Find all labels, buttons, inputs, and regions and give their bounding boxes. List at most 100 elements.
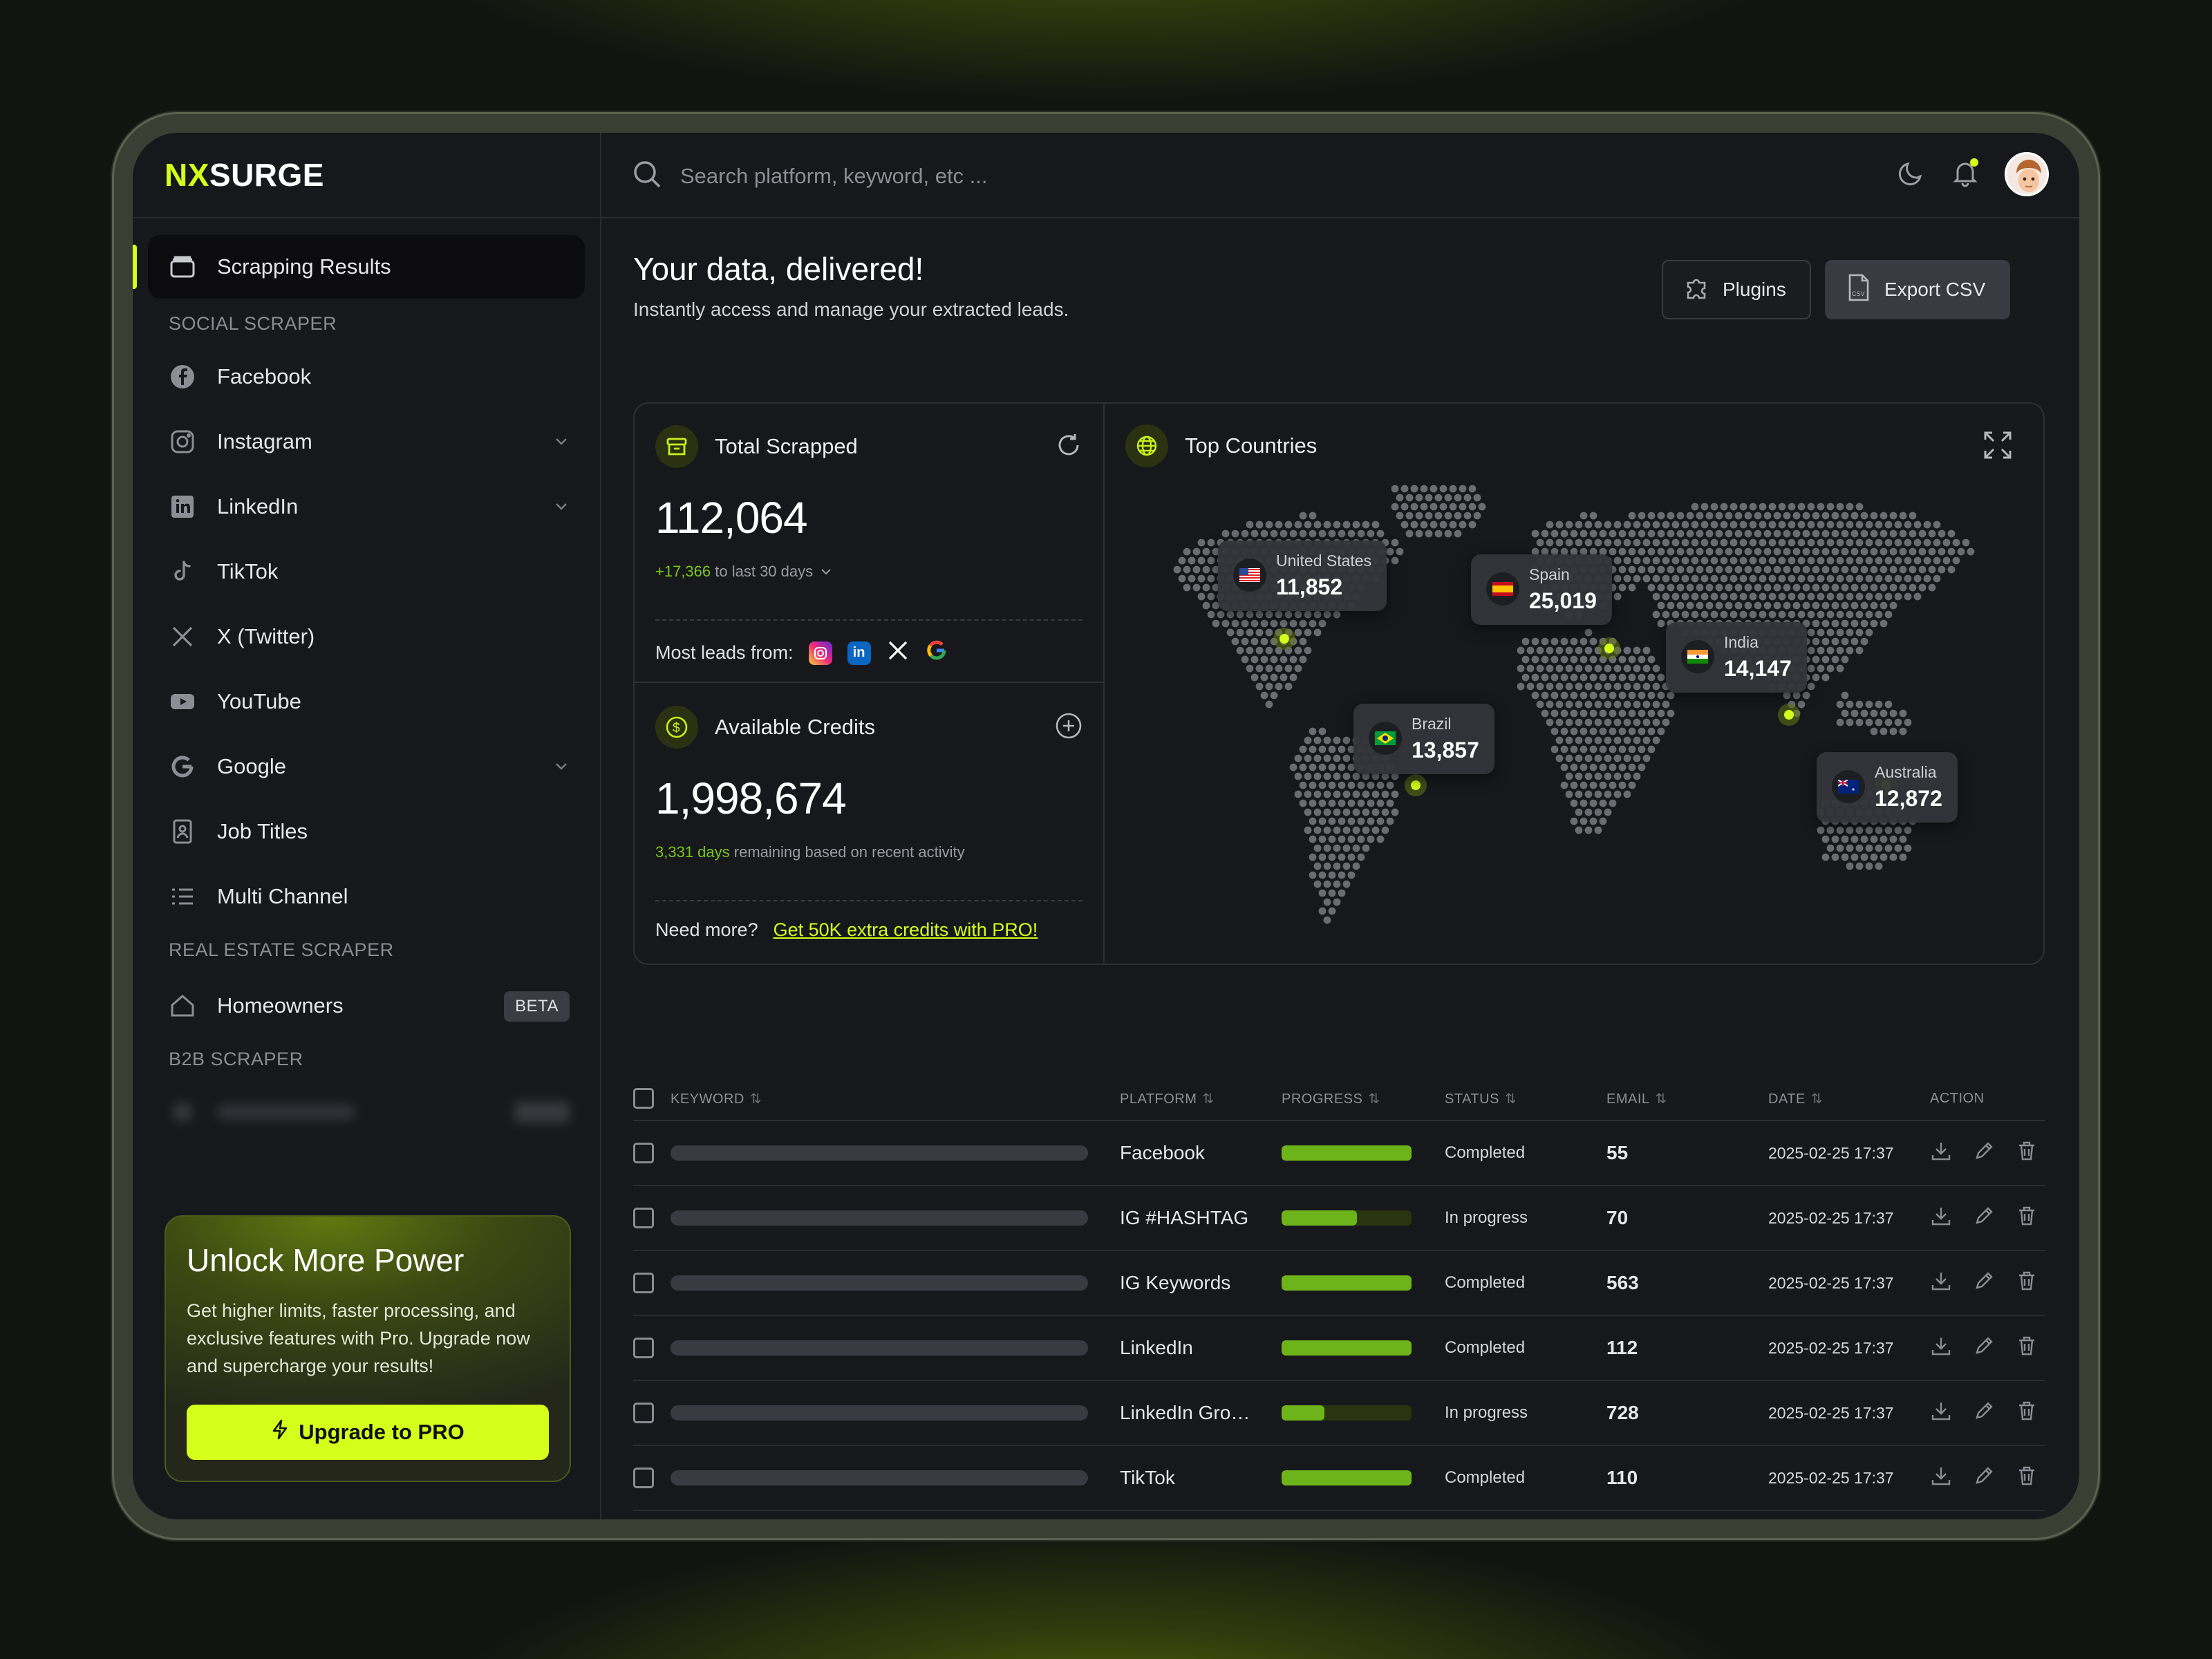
progress-fill	[1282, 1470, 1412, 1485]
keyword-placeholder-bar	[671, 1340, 1088, 1356]
header-keyword[interactable]: KEYWORD ⇅	[671, 1090, 1120, 1107]
download-icon[interactable]	[1930, 1400, 1952, 1427]
date-cell: 2025-02-25 17:37	[1768, 1208, 1894, 1227]
header-date[interactable]: DATE ⇅	[1768, 1090, 1930, 1107]
row-checkbox[interactable]	[633, 1143, 654, 1163]
bolt-icon	[271, 1419, 289, 1445]
coin-icon: $	[655, 706, 698, 749]
sort-icon: ⇅	[1368, 1091, 1380, 1107]
date-cell: 2025-02-25 17:37	[1768, 1403, 1894, 1422]
row-checkbox[interactable]	[633, 1403, 654, 1423]
brand-logo[interactable]: NXSURGE	[165, 156, 324, 194]
edit-icon[interactable]	[1973, 1140, 1995, 1167]
app-screen: NXSURGE Scrapping Results SOCIAL SCRAPER…	[133, 133, 2079, 1519]
sidebar-item-tiktok[interactable]: TikTok	[148, 539, 585, 604]
trash-icon[interactable]	[2016, 1465, 2038, 1492]
trash-icon[interactable]	[2016, 1140, 2038, 1167]
edit-icon[interactable]	[1973, 1205, 1995, 1232]
stats-panel: Total Scrapped 112,064 +17,366 to last 3…	[633, 402, 2045, 965]
search-icon	[632, 159, 662, 193]
sidebar-item-google[interactable]: Google	[148, 734, 585, 799]
results-table: KEYWORD ⇅ PLATFORM ⇅ PROGRESS ⇅ STATUS ⇅ EMA…	[633, 1077, 2045, 1519]
top-countries-card: Top Countries United States 11,852 Spain 25…	[1105, 404, 2043, 964]
edit-icon[interactable]	[1973, 1400, 1995, 1427]
table-row[interactable]: X (Twitter)Completed1782025-02-25 17:37	[633, 1511, 2045, 1519]
archive-icon	[169, 253, 196, 281]
download-icon[interactable]	[1930, 1465, 1952, 1492]
table-row[interactable]: TikTok Completed 110 2025-02-25 17:37	[633, 1446, 2045, 1511]
main-content: Your data, delivered! Instantly access a…	[601, 220, 2079, 1519]
table-row[interactable]: LinkedIn Completed 112 2025-02-25 17:37	[633, 1316, 2045, 1381]
download-icon[interactable]	[1930, 1270, 1952, 1297]
download-icon[interactable]	[1930, 1205, 1952, 1232]
table-row[interactable]: Facebook Completed 55 2025-02-25 17:37	[633, 1121, 2045, 1186]
svg-text:CSV: CSV	[1852, 290, 1865, 297]
upgrade-button[interactable]: Upgrade to PRO	[187, 1405, 549, 1460]
refresh-icon[interactable]	[1055, 431, 1082, 462]
download-icon[interactable]	[1930, 1335, 1952, 1362]
sidebar-item-multi-channel[interactable]: Multi Channel	[148, 864, 585, 929]
bell-icon[interactable]	[1951, 158, 1980, 191]
table-row[interactable]: IG #HASHTAG In progress 70 2025-02-25 17:37	[633, 1186, 2045, 1251]
edit-icon[interactable]	[1973, 1335, 1995, 1362]
search-input[interactable]	[680, 163, 1233, 189]
row-checkbox[interactable]	[633, 1208, 654, 1228]
instagram-icon	[169, 428, 196, 456]
sidebar-item-x-twitter[interactable]: X (Twitter)	[148, 604, 585, 669]
flag-icon	[1832, 770, 1865, 803]
sidebar-item-facebook[interactable]: Facebook	[148, 344, 585, 409]
country-tag-brazil[interactable]: Brazil 13,857	[1353, 704, 1494, 774]
get-credits-link[interactable]: Get 50K extra credits with PRO!	[774, 919, 1038, 941]
row-checkbox[interactable]	[633, 1273, 654, 1293]
header-platform[interactable]: PLATFORM ⇅	[1120, 1090, 1282, 1107]
progress-fill	[1282, 1340, 1412, 1356]
download-icon[interactable]	[1930, 1140, 1952, 1167]
email-count-cell: 728	[1606, 1402, 1639, 1423]
row-checkbox[interactable]	[633, 1338, 654, 1358]
status-cell: In progress	[1445, 1403, 1528, 1422]
trash-icon[interactable]	[2016, 1270, 2038, 1297]
trash-icon[interactable]	[2016, 1400, 2038, 1427]
device-frame: NXSURGE Scrapping Results SOCIAL SCRAPER…	[112, 112, 2100, 1540]
divider	[655, 619, 1082, 621]
total-delta[interactable]: +17,366 to last 30 days	[655, 563, 1082, 581]
expand-icon[interactable]	[1983, 430, 2013, 464]
plugins-button[interactable]: Plugins	[1662, 260, 1811, 319]
chevron-down-icon[interactable]	[553, 498, 570, 518]
moon-icon[interactable]	[1897, 158, 1926, 191]
table-header: KEYWORD ⇅ PLATFORM ⇅ PROGRESS ⇅ STATUS ⇅ EMA…	[633, 1077, 2045, 1121]
country-tag-australia[interactable]: Australia 12,872	[1817, 752, 1958, 823]
header-status[interactable]: STATUS ⇅	[1445, 1090, 1606, 1107]
avatar[interactable]	[2005, 152, 2049, 196]
progress-bar	[1282, 1405, 1412, 1421]
table-row[interactable]: LinkedIn Gro… In progress 728 2025-02-25 17…	[633, 1381, 2045, 1446]
promo-text: Get higher limits, faster processing, an…	[187, 1300, 530, 1376]
sidebar-item-homeowners[interactable]: Homeowners BETA	[148, 973, 585, 1038]
table-body: Facebook Completed 55 2025-02-25 17:37 IG #H…	[633, 1121, 2045, 1519]
select-all-checkbox[interactable]	[633, 1088, 654, 1109]
sidebar-item-scrapping-results[interactable]: Scrapping Results	[133, 235, 585, 299]
country-tag-india[interactable]: India 14,147	[1666, 622, 1807, 693]
country-tag-spain[interactable]: Spain 25,019	[1471, 554, 1612, 625]
sidebar-item-instagram[interactable]: Instagram	[148, 409, 585, 474]
google-icon	[925, 639, 948, 667]
chevron-down-icon[interactable]	[553, 433, 570, 453]
header-email[interactable]: EMAIL ⇅	[1606, 1090, 1768, 1107]
table-row[interactable]: IG Keywords Completed 563 2025-02-25 17:37	[633, 1251, 2045, 1316]
sidebar-item-job-titles[interactable]: Job Titles	[148, 799, 585, 864]
sidebar-item-linkedin[interactable]: LinkedIn	[148, 474, 585, 539]
edit-icon[interactable]	[1973, 1465, 1995, 1492]
chevron-down-icon[interactable]	[553, 758, 570, 778]
csv-file-icon: CSV	[1846, 272, 1872, 308]
x-icon	[169, 623, 196, 650]
add-credits-icon[interactable]	[1055, 712, 1082, 743]
trash-icon[interactable]	[2016, 1205, 2038, 1232]
header-progress[interactable]: PROGRESS ⇅	[1282, 1090, 1445, 1107]
sidebar-item-youtube[interactable]: YouTube	[148, 669, 585, 734]
export-csv-button[interactable]: CSV Export CSV	[1825, 260, 2010, 319]
row-checkbox[interactable]	[633, 1468, 654, 1488]
country-tag-united-states[interactable]: United States 11,852	[1218, 541, 1387, 611]
credits-days: 3,331 days remaining based on recent act…	[655, 843, 965, 861]
trash-icon[interactable]	[2016, 1335, 2038, 1362]
edit-icon[interactable]	[1973, 1270, 1995, 1297]
